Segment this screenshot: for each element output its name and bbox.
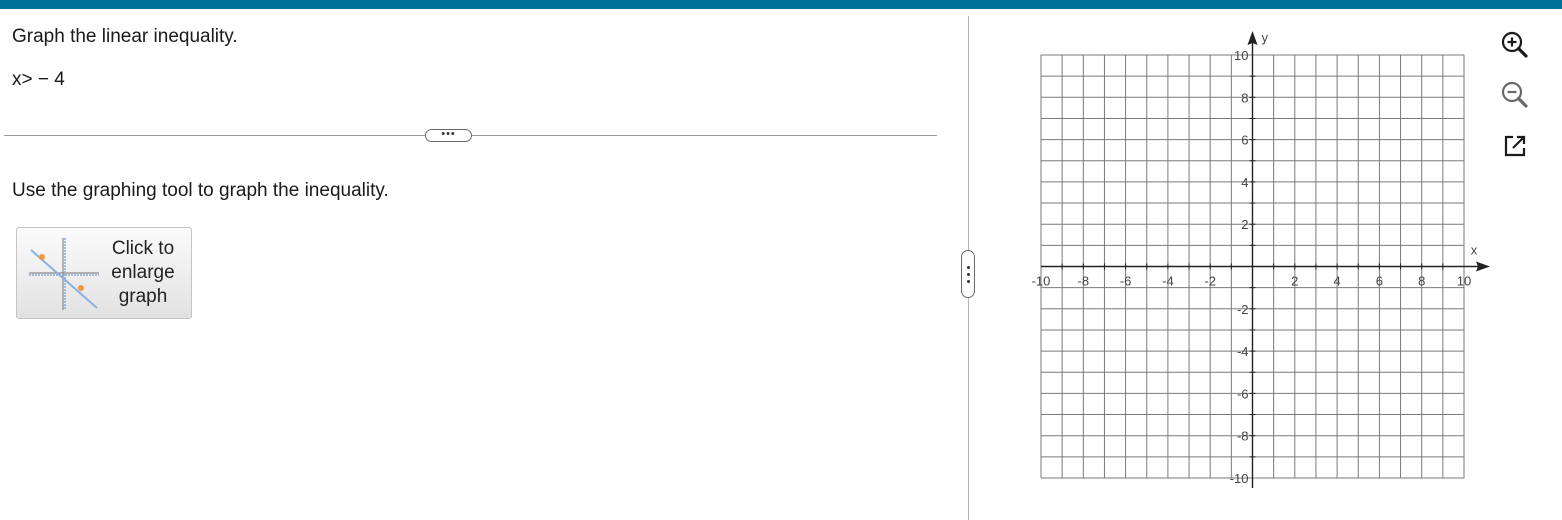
inequality-text: x> − 4	[12, 69, 65, 90]
enlarge-graph-label: Click to enlarge graph	[99, 237, 187, 309]
y-tick-label: -4	[1237, 344, 1249, 359]
zoom-in-button[interactable]	[1499, 29, 1531, 61]
top-accent-bar	[0, 0, 1562, 9]
enlarge-label-line2: enlarge	[111, 262, 175, 283]
y-tick-label: 8	[1241, 90, 1248, 105]
graph-thumbnail-icon	[29, 238, 99, 310]
enlarge-label-line3: graph	[118, 286, 168, 307]
y-tick-label: 4	[1241, 175, 1248, 190]
y-tick-label: 6	[1241, 133, 1248, 148]
y-tick-label: 10	[1234, 48, 1248, 63]
y-tick-label: -2	[1237, 302, 1249, 317]
x-tick-label: 10	[1457, 274, 1471, 289]
enlarge-graph-button[interactable]: Click to enlarge graph	[16, 227, 192, 319]
y-tick-label: -10	[1230, 471, 1249, 486]
y-tick-label: 2	[1241, 217, 1248, 232]
zoom-in-icon	[1501, 31, 1528, 58]
y-tick-label: -8	[1237, 429, 1249, 444]
x-tick-label: -10	[1032, 274, 1051, 289]
coordinate-grid[interactable]: -10 -8 -6 -4 -2 2 4 6 8 10 10 8 6 4 2 -2 -4 -6 -8 -10 x y	[1020, 28, 1496, 498]
x-axis-label: x	[1471, 243, 1478, 258]
x-tick-label: -2	[1204, 274, 1216, 289]
enlarge-label-line1: Click to	[111, 238, 175, 259]
x-tick-label: -8	[1078, 274, 1090, 289]
popout-button[interactable]	[1499, 130, 1531, 162]
expand-more-button[interactable]: •••	[425, 129, 472, 142]
x-tick-label: 2	[1291, 274, 1298, 289]
x-tick-label: 6	[1376, 274, 1383, 289]
x-axis-arrow	[1476, 261, 1490, 272]
zoom-out-icon	[1501, 81, 1528, 108]
question-title: Graph the linear inequality.	[12, 26, 238, 47]
x-tick-label: -4	[1162, 274, 1174, 289]
panel-resize-handle[interactable]	[961, 250, 975, 298]
popout-icon	[1504, 135, 1526, 157]
y-tick-label: -6	[1237, 386, 1249, 401]
y-axis-label: y	[1262, 30, 1269, 45]
x-tick-label: 8	[1418, 274, 1425, 289]
x-tick-label: 4	[1333, 274, 1340, 289]
instruction-text: Use the graphing tool to graph the inequ…	[12, 180, 389, 201]
zoom-out-button[interactable]	[1499, 79, 1531, 111]
x-tick-label: -6	[1120, 274, 1132, 289]
y-axis-arrow	[1247, 31, 1258, 45]
